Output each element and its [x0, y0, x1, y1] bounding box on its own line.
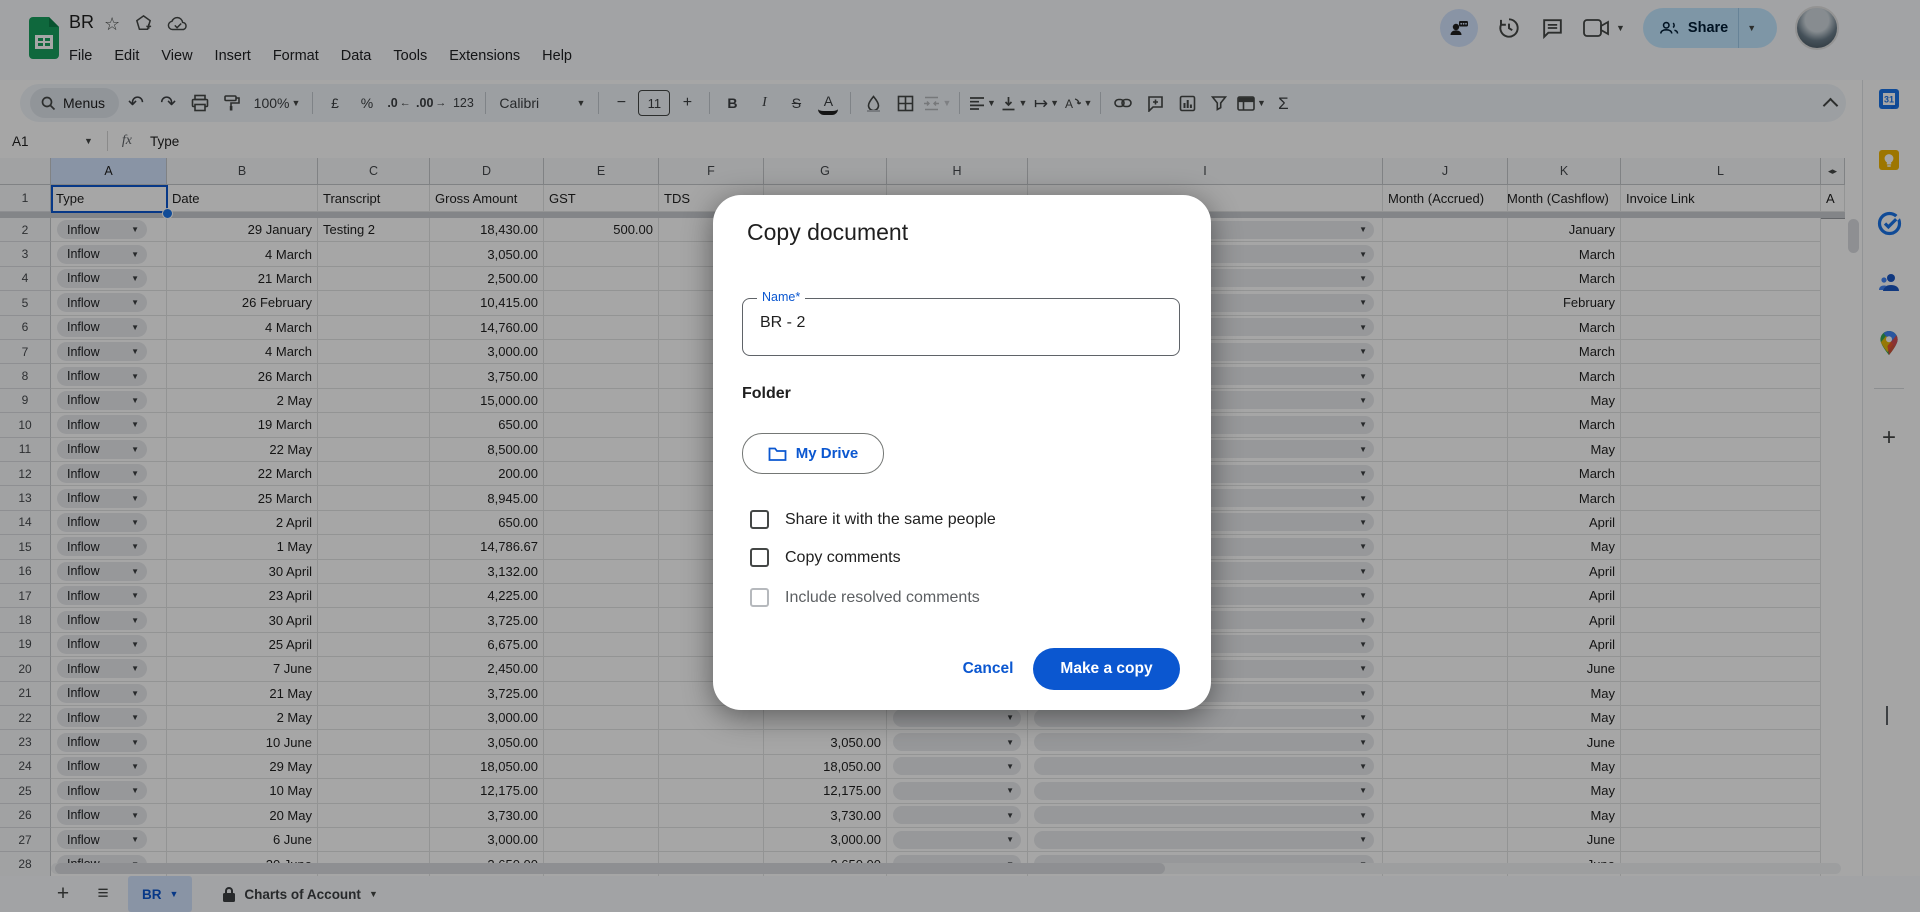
name-field-label: Name*	[757, 290, 806, 304]
checkbox-label: Copy comments	[785, 548, 901, 566]
cancel-button[interactable]: Cancel	[957, 649, 1019, 689]
folder-chip-label: My Drive	[795, 445, 859, 462]
google-sheets-app: BR ☆ File Edit View Insert Format Data Tools Ex…	[0, 0, 1920, 912]
checkbox-unchecked	[750, 588, 769, 607]
my-drive-folder-chip[interactable]: My Drive	[742, 433, 884, 474]
checkbox-unchecked[interactable]	[750, 510, 769, 529]
checkbox-row: Share it with the same people	[750, 510, 996, 529]
checkbox-row: Copy comments	[750, 548, 901, 567]
folder-section-label: Folder	[742, 385, 791, 402]
name-field[interactable]	[742, 298, 1180, 356]
folder-icon	[768, 447, 787, 461]
checkbox-label: Include resolved comments	[785, 588, 980, 606]
checkbox-unchecked[interactable]	[750, 548, 769, 567]
copy-document-dialog: Copy document Name* BR - 2 Folder My Dri…	[713, 195, 1211, 710]
make-a-copy-button[interactable]: Make a copy	[1033, 648, 1180, 690]
checkbox-row: Include resolved comments	[750, 588, 980, 607]
dialog-title: Copy document	[747, 219, 909, 245]
checkbox-label: Share it with the same people	[785, 510, 996, 528]
name-field-value[interactable]: BR - 2	[760, 314, 805, 332]
